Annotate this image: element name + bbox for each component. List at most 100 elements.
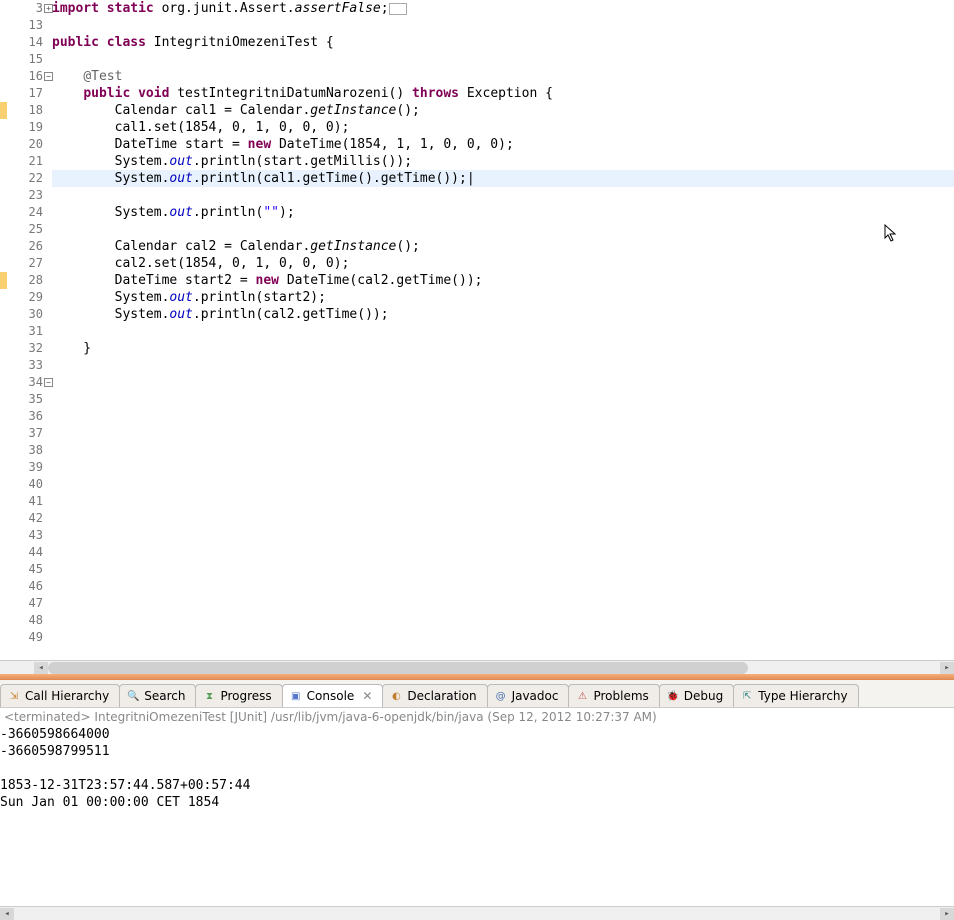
code-line[interactable]: System.out.println(""); [52,204,954,221]
console-process-label: <terminated> IntegritniOmezeniTest [JUni… [0,708,954,726]
code-line[interactable] [52,391,954,408]
code-line[interactable] [52,221,954,238]
line-number: 15 [8,51,43,68]
text-cursor: | [467,171,475,186]
code-content[interactable]: import static org.junit.Assert.assertFal… [48,0,954,660]
debug-icon: 🐞 [666,689,680,703]
code-line[interactable]: System.out.println(start.getMillis()); [52,153,954,170]
line-number: 46 [8,578,43,595]
line-number: 38 [8,442,43,459]
code-line[interactable] [52,357,954,374]
code-line[interactable]: DateTime start2 = new DateTime(cal2.getT… [52,272,954,289]
code-line[interactable] [52,187,954,204]
code-line[interactable] [52,578,954,595]
code-line[interactable] [52,459,954,476]
code-line[interactable]: System.out.println(cal1.getTime().getTim… [52,170,954,187]
scroll-right-button[interactable]: ▸ [940,662,954,674]
warning-marker [0,102,7,119]
code-line[interactable] [52,544,954,561]
code-line[interactable] [52,408,954,425]
tab-type-hierarchy[interactable]: ⇱Type Hierarchy [733,684,858,707]
close-icon[interactable]: ✕ [362,689,372,703]
console-line [0,760,954,777]
line-number: 19 [8,119,43,136]
line-number: 32 [8,340,43,357]
line-number: 26 [8,238,43,255]
line-number: 42 [8,510,43,527]
code-line[interactable]: import static org.junit.Assert.assertFal… [52,0,954,17]
line-number: 43 [8,527,43,544]
marker-strip [0,0,8,660]
progress-icon: ⧗ [202,689,216,703]
type-hierarchy-icon: ⇱ [740,689,754,703]
code-line[interactable] [52,561,954,578]
code-line[interactable]: Calendar cal2 = Calendar.getInstance(); [52,238,954,255]
code-line[interactable]: System.out.println(cal2.getTime()); [52,306,954,323]
code-line[interactable]: public class IntegritniOmezeniTest { [52,34,954,51]
line-number: 24 [8,204,43,221]
code-line[interactable] [52,51,954,68]
code-line[interactable] [52,17,954,34]
code-line[interactable] [52,527,954,544]
code-line[interactable]: public void testIntegritniDatumNarozeni(… [52,85,954,102]
code-line[interactable]: cal2.set(1854, 0, 1, 0, 0, 0); [52,255,954,272]
code-line[interactable] [52,595,954,612]
line-number: 28 [8,272,43,289]
code-line[interactable] [52,374,954,391]
tab-progress[interactable]: ⧗Progress [195,684,282,707]
code-editor[interactable]: 3+13141516−17181920212223242526272829303… [0,0,954,660]
code-line[interactable]: DateTime start = new DateTime(1854, 1, 1… [52,136,954,153]
scrollbar-thumb[interactable] [48,662,748,674]
code-line[interactable] [52,476,954,493]
line-number: 33 [8,357,43,374]
scroll-right-button[interactable]: ▸ [940,908,954,920]
line-number: 14 [8,34,43,51]
scroll-left-button[interactable]: ◂ [0,908,14,920]
editor-horizontal-scrollbar[interactable]: ◂ ▸ [0,660,954,674]
line-number-gutter[interactable]: 3+13141516−17181920212223242526272829303… [8,0,48,660]
code-line[interactable]: System.out.println(start2); [52,289,954,306]
tab-label: Debug [684,689,723,703]
search-icon: 🔍 [126,689,140,703]
code-line[interactable]: Calendar cal1 = Calendar.getInstance(); [52,102,954,119]
line-number: 39 [8,459,43,476]
tab-search[interactable]: 🔍 Search [119,684,196,707]
tab-console[interactable]: ▣Console✕ [282,684,384,707]
line-number: 16− [8,68,43,85]
code-line[interactable] [52,323,954,340]
javadoc-icon: @ [494,689,508,703]
line-number: 34− [8,374,43,391]
line-number: 13 [8,17,43,34]
line-number: 23 [8,187,43,204]
tab-label: Search [144,689,185,703]
line-number: 47 [8,595,43,612]
line-number: 17 [8,85,43,102]
tab-label: Declaration [407,689,476,703]
line-number: 36 [8,408,43,425]
console-line: 1853-12-31T23:57:44.587+00:57:44 [0,777,954,794]
console-output[interactable]: -3660598664000-36605987995111853-12-31T2… [0,726,954,906]
tab-label: Problems [593,689,648,703]
code-line[interactable] [52,629,954,646]
code-line[interactable] [52,493,954,510]
tab-problems[interactable]: ⚠Problems [568,684,659,707]
code-line[interactable] [52,425,954,442]
warning-marker [0,272,7,289]
line-number: 49 [8,629,43,646]
tab-javadoc[interactable]: @ Javadoc [487,684,570,707]
folded-region-hint[interactable] [389,3,407,15]
code-line[interactable] [52,510,954,527]
tab-debug[interactable]: 🐞 Debug [659,684,734,707]
views-tab-bar[interactable]: ⇲Call Hierarchy 🔍 Search ⧗Progress▣Console✕… [0,680,954,708]
code-line[interactable] [52,612,954,629]
code-line[interactable] [52,442,954,459]
line-number: 3+ [8,0,43,17]
code-line[interactable]: @Test [52,68,954,85]
tab-call-hierarchy[interactable]: ⇲Call Hierarchy [0,684,120,707]
code-line[interactable]: cal1.set(1854, 0, 1, 0, 0, 0); [52,119,954,136]
code-line[interactable]: } [52,340,954,357]
console-horizontal-scrollbar[interactable]: ◂ ▸ [0,906,954,920]
tab-declaration[interactable]: ◐Declaration [382,684,487,707]
scroll-left-button[interactable]: ◂ [34,662,48,674]
tab-label: Javadoc [512,689,559,703]
